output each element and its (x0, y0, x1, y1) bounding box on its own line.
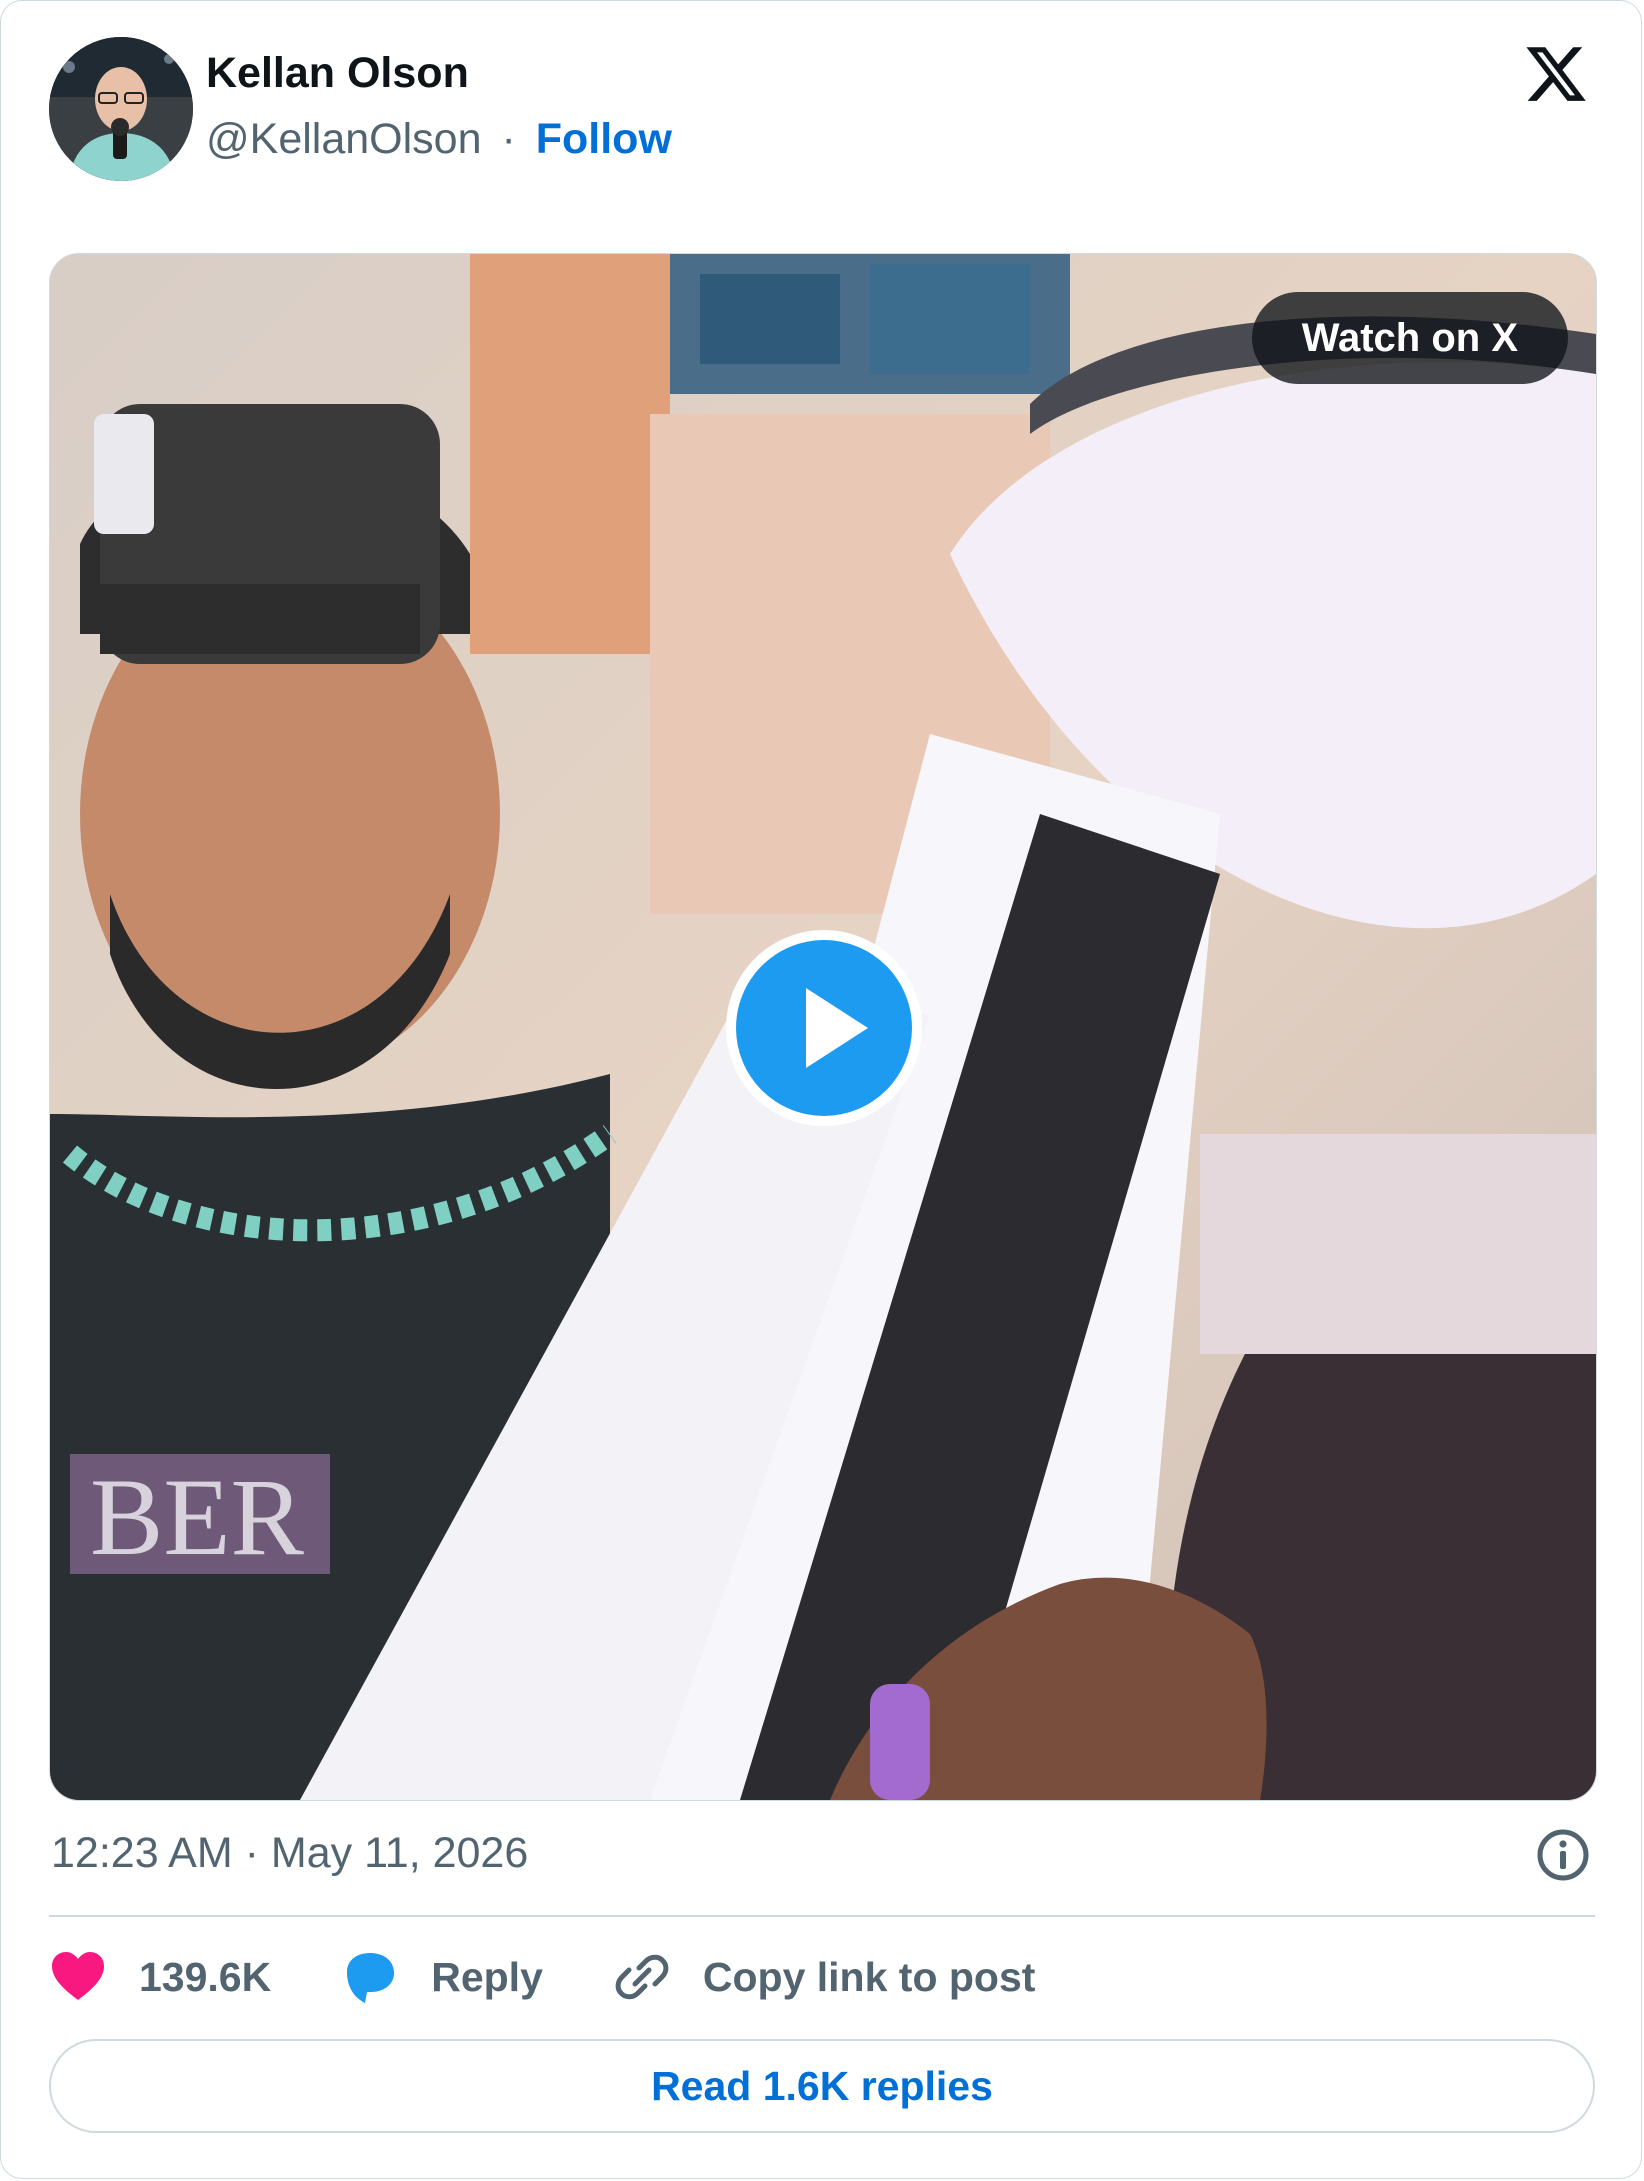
copy-link-button[interactable]: Copy link to post (613, 1948, 1036, 2006)
author-handle[interactable]: @KellanOlson (206, 115, 482, 163)
watch-on-x-button[interactable]: Watch on X (1251, 292, 1568, 384)
handle-separator: · (501, 115, 516, 163)
play-icon (806, 988, 868, 1068)
reply-label: Reply (431, 1953, 543, 2000)
info-icon[interactable] (1535, 1827, 1591, 1883)
action-bar: 139.6K Reply Copy link to post (49, 1945, 1105, 2009)
play-button[interactable] (726, 930, 922, 1126)
post-timestamp[interactable]: 12:23 AM · May 11, 2026 (51, 1829, 528, 1878)
author-avatar[interactable] (49, 37, 193, 181)
read-replies-button[interactable]: Read 1.6K replies (49, 2039, 1595, 2133)
follow-button[interactable]: Follow (536, 115, 672, 163)
video-thumbnail[interactable]: BER Watch on X (49, 253, 1597, 1801)
copy-link-label: Copy link to post (702, 1953, 1036, 2000)
author-handle-row: @KellanOlson · Follow (206, 115, 672, 164)
reply-button[interactable]: Reply (341, 1948, 543, 2006)
author-name[interactable]: Kellan Olson (206, 49, 469, 98)
divider (49, 1915, 1595, 1917)
heart-icon (52, 1952, 104, 2000)
embedded-post-card: Kellan Olson @KellanOlson · Follow BER W… (0, 0, 1642, 2179)
likes-count: 139.6K (139, 1953, 272, 2000)
speech-bubble-icon (347, 1953, 395, 2003)
link-icon (615, 1954, 669, 2000)
x-logo-icon[interactable] (1523, 41, 1589, 107)
svg-text:BER: BER (90, 1456, 305, 1578)
like-button[interactable]: 139.6K (49, 1948, 271, 2006)
